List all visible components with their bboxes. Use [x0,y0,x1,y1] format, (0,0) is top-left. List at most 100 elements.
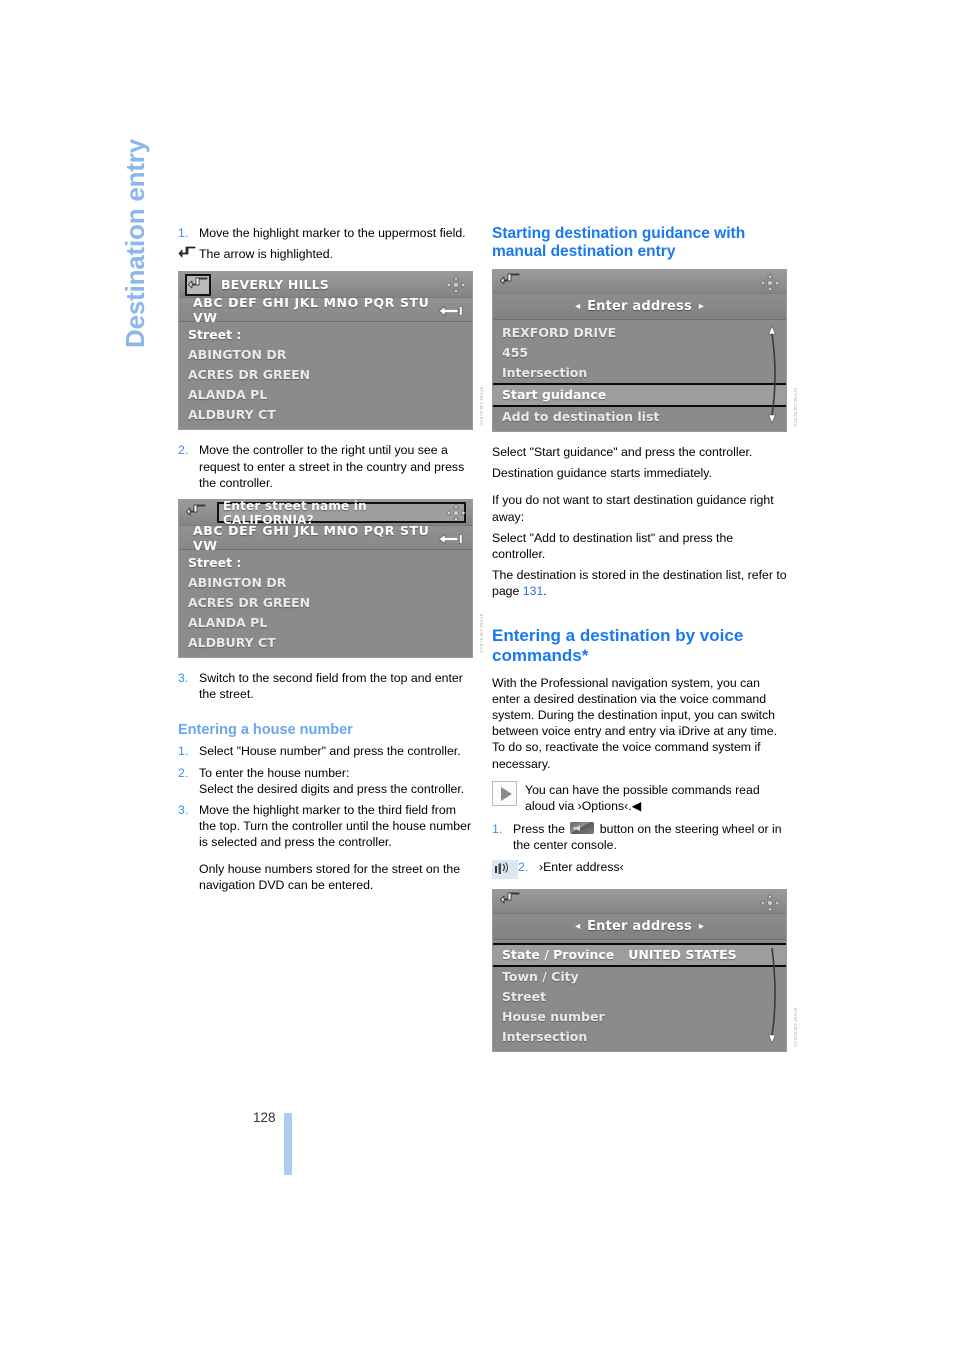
list-item[interactable]: ACRES DR GREEN [179,593,472,613]
step-text: Move the controller to the right until y… [199,443,465,490]
controller-compass-icon [759,273,781,293]
chapter-title: Destination entry [105,139,165,488]
screen-watermark: VC570JETJNAJK [479,385,484,426]
voice-button-icon [570,822,595,835]
step-note-text: The arrow is highlighted. [199,247,333,262]
step-number: 2. [518,859,529,874]
paragraph: Destination guidance starts immediately. [492,466,712,481]
prev-arrow-icon[interactable]: ◂ [575,301,580,312]
list-item[interactable]: Town / City [493,967,786,987]
section-heading-voice-commands: Entering a destination by voice commands… [492,625,744,665]
list-item[interactable]: Add to destination list [493,407,786,427]
list-item[interactable]: 455 [493,343,786,363]
right-column: Starting destination guidance with manua… [492,225,798,1064]
step-number: 3. [178,671,189,686]
banner-title: Enter address [587,918,692,934]
screen-title: Enter street name in CALIFORNIA? [223,498,367,527]
screen-title: BEVERLY HILLS [221,277,329,293]
screen-title-field[interactable]: Enter street name in CALIFORNIA? [217,499,466,527]
screen-street-name-entry-california: Enter street name in CALIFORNIA? ABC DEF… [178,499,484,659]
address-field-list[interactable]: State / Province UNITED STATES Town / Ci… [493,939,786,1051]
field-label: State / Province [502,946,615,962]
list-item[interactable]: Intersection [493,1027,786,1047]
note-triangle-icon [492,780,517,806]
controller-compass-icon [445,503,467,523]
list-item[interactable]: REXFORD DRIVE [493,323,786,343]
paragraph-text: . [543,584,547,599]
page-edge-marker [284,1113,292,1175]
step-number: 2. [178,765,189,780]
screen-banner[interactable]: ◂ Enter address ▸ [493,294,786,320]
manual-page: Destination entry 1. Move the highlight … [0,0,954,1351]
list-item[interactable]: Street [493,987,786,1007]
list-item[interactable]: Street : [179,325,472,345]
screen-watermark: VC570JETJNAJK [479,613,484,654]
scrollbar[interactable] [764,942,780,1049]
screen-header [493,889,786,914]
step-text-before: Press the [513,822,569,837]
next-arrow-icon[interactable]: ▸ [699,921,704,932]
note-text: You can have the possible commands read … [525,782,760,814]
screen-header [493,270,786,294]
page-number: 128 [253,1110,276,1125]
list-item-selected[interactable]: Start guidance [493,383,786,407]
step-text: Move the highlight marker to the third f… [199,803,472,850]
step-number: 1. [492,822,503,837]
prev-arrow-icon[interactable]: ◂ [575,921,580,932]
list-item[interactable]: ABINGTON DR [179,345,472,365]
step-item: 3. Switch to the second field from the t… [178,670,473,702]
voice-step-item: 2. ›Enter address‹ [492,859,787,879]
step-number: 2. [178,443,189,458]
paragraph: With the Professional navigation system,… [492,675,778,771]
step-number: 3. [178,803,189,818]
address-option-list[interactable]: REXFORD DRIVE 455 Intersection Start gui… [493,320,786,431]
list-item[interactable]: Intersection [493,363,786,383]
back-arrow-icon[interactable] [499,891,525,911]
list-item[interactable]: House number [493,1007,786,1027]
step-text: To enter the house number: [199,765,350,780]
step-text: ›Enter address‹ [539,859,624,874]
paragraph: Select "Add to destination list" and pre… [492,530,734,562]
step-item: 1. Move the highlight marker to the uppe… [178,225,473,241]
screen-watermark: VC570JETJNAJK [793,387,798,427]
step-item: 2. Move the controller to the right unti… [178,442,473,491]
step-number: 1. [178,226,189,240]
screen-banner[interactable]: ◂ Enter address ▸ [493,913,786,940]
step-number-blank [178,781,199,797]
page-reference-link[interactable]: 131 [523,584,544,598]
backspace-icon[interactable] [438,531,464,545]
back-arrow-icon[interactable] [499,272,525,292]
next-arrow-icon[interactable]: ▸ [699,301,704,312]
screen-title-field[interactable]: BEVERLY HILLS [217,274,466,295]
screen-header: BEVERLY HILLS [179,272,472,299]
step-item: 1. Select "House number" and press the c… [178,743,473,759]
step-subtext: Select the desired digits and press the … [178,781,473,797]
screen-enter-address-start-guidance: ◂ Enter address ▸ REXFORD DRIVE 455 Inte… [492,269,798,432]
list-item[interactable]: ABINGTON DR [179,573,472,593]
step-text: Move the highlight marker to the uppermo… [199,226,466,240]
field-value: UNITED STATES [628,946,737,962]
list-item[interactable]: ALANDA PL [179,385,472,405]
list-item[interactable]: ACRES DR GREEN [179,365,472,385]
controller-compass-icon [445,275,467,295]
street-list[interactable]: Street : ABINGTON DR ACRES DR GREEN ALAN… [179,550,472,658]
left-column: 1. Move the highlight marker to the uppe… [178,225,484,898]
list-item[interactable]: ALANDA PL [179,613,472,633]
list-item[interactable]: ALDBURY CT [179,633,472,653]
voice-step-item: 1. Press the button on the steering whee… [492,821,787,853]
list-item[interactable]: ALDBURY CT [179,405,472,425]
alphabet-selector[interactable]: ABC DEF GHI JKL MNO PQR STU VW [179,295,472,325]
voice-command-icon [492,859,518,879]
paragraph: If you do not want to start destination … [492,493,774,524]
back-arrow-icon[interactable] [185,503,211,523]
house-number-note: Only house numbers stored for the street… [199,861,461,892]
list-item-selected[interactable]: State / Province UNITED STATES [493,942,786,967]
backspace-icon[interactable] [438,303,464,317]
list-item[interactable]: Street : [179,553,472,573]
paragraph: Select "Start guidance" and press the co… [492,445,753,459]
alphabet-selector[interactable]: ABC DEF GHI JKL MNO PQR STU VW [179,523,472,553]
step-note: The arrow is highlighted. [178,246,473,263]
back-arrow-icon[interactable] [185,273,211,296]
street-list[interactable]: Street : ABINGTON DR ACRES DR GREEN ALAN… [179,322,472,430]
scrollbar[interactable] [764,322,780,429]
